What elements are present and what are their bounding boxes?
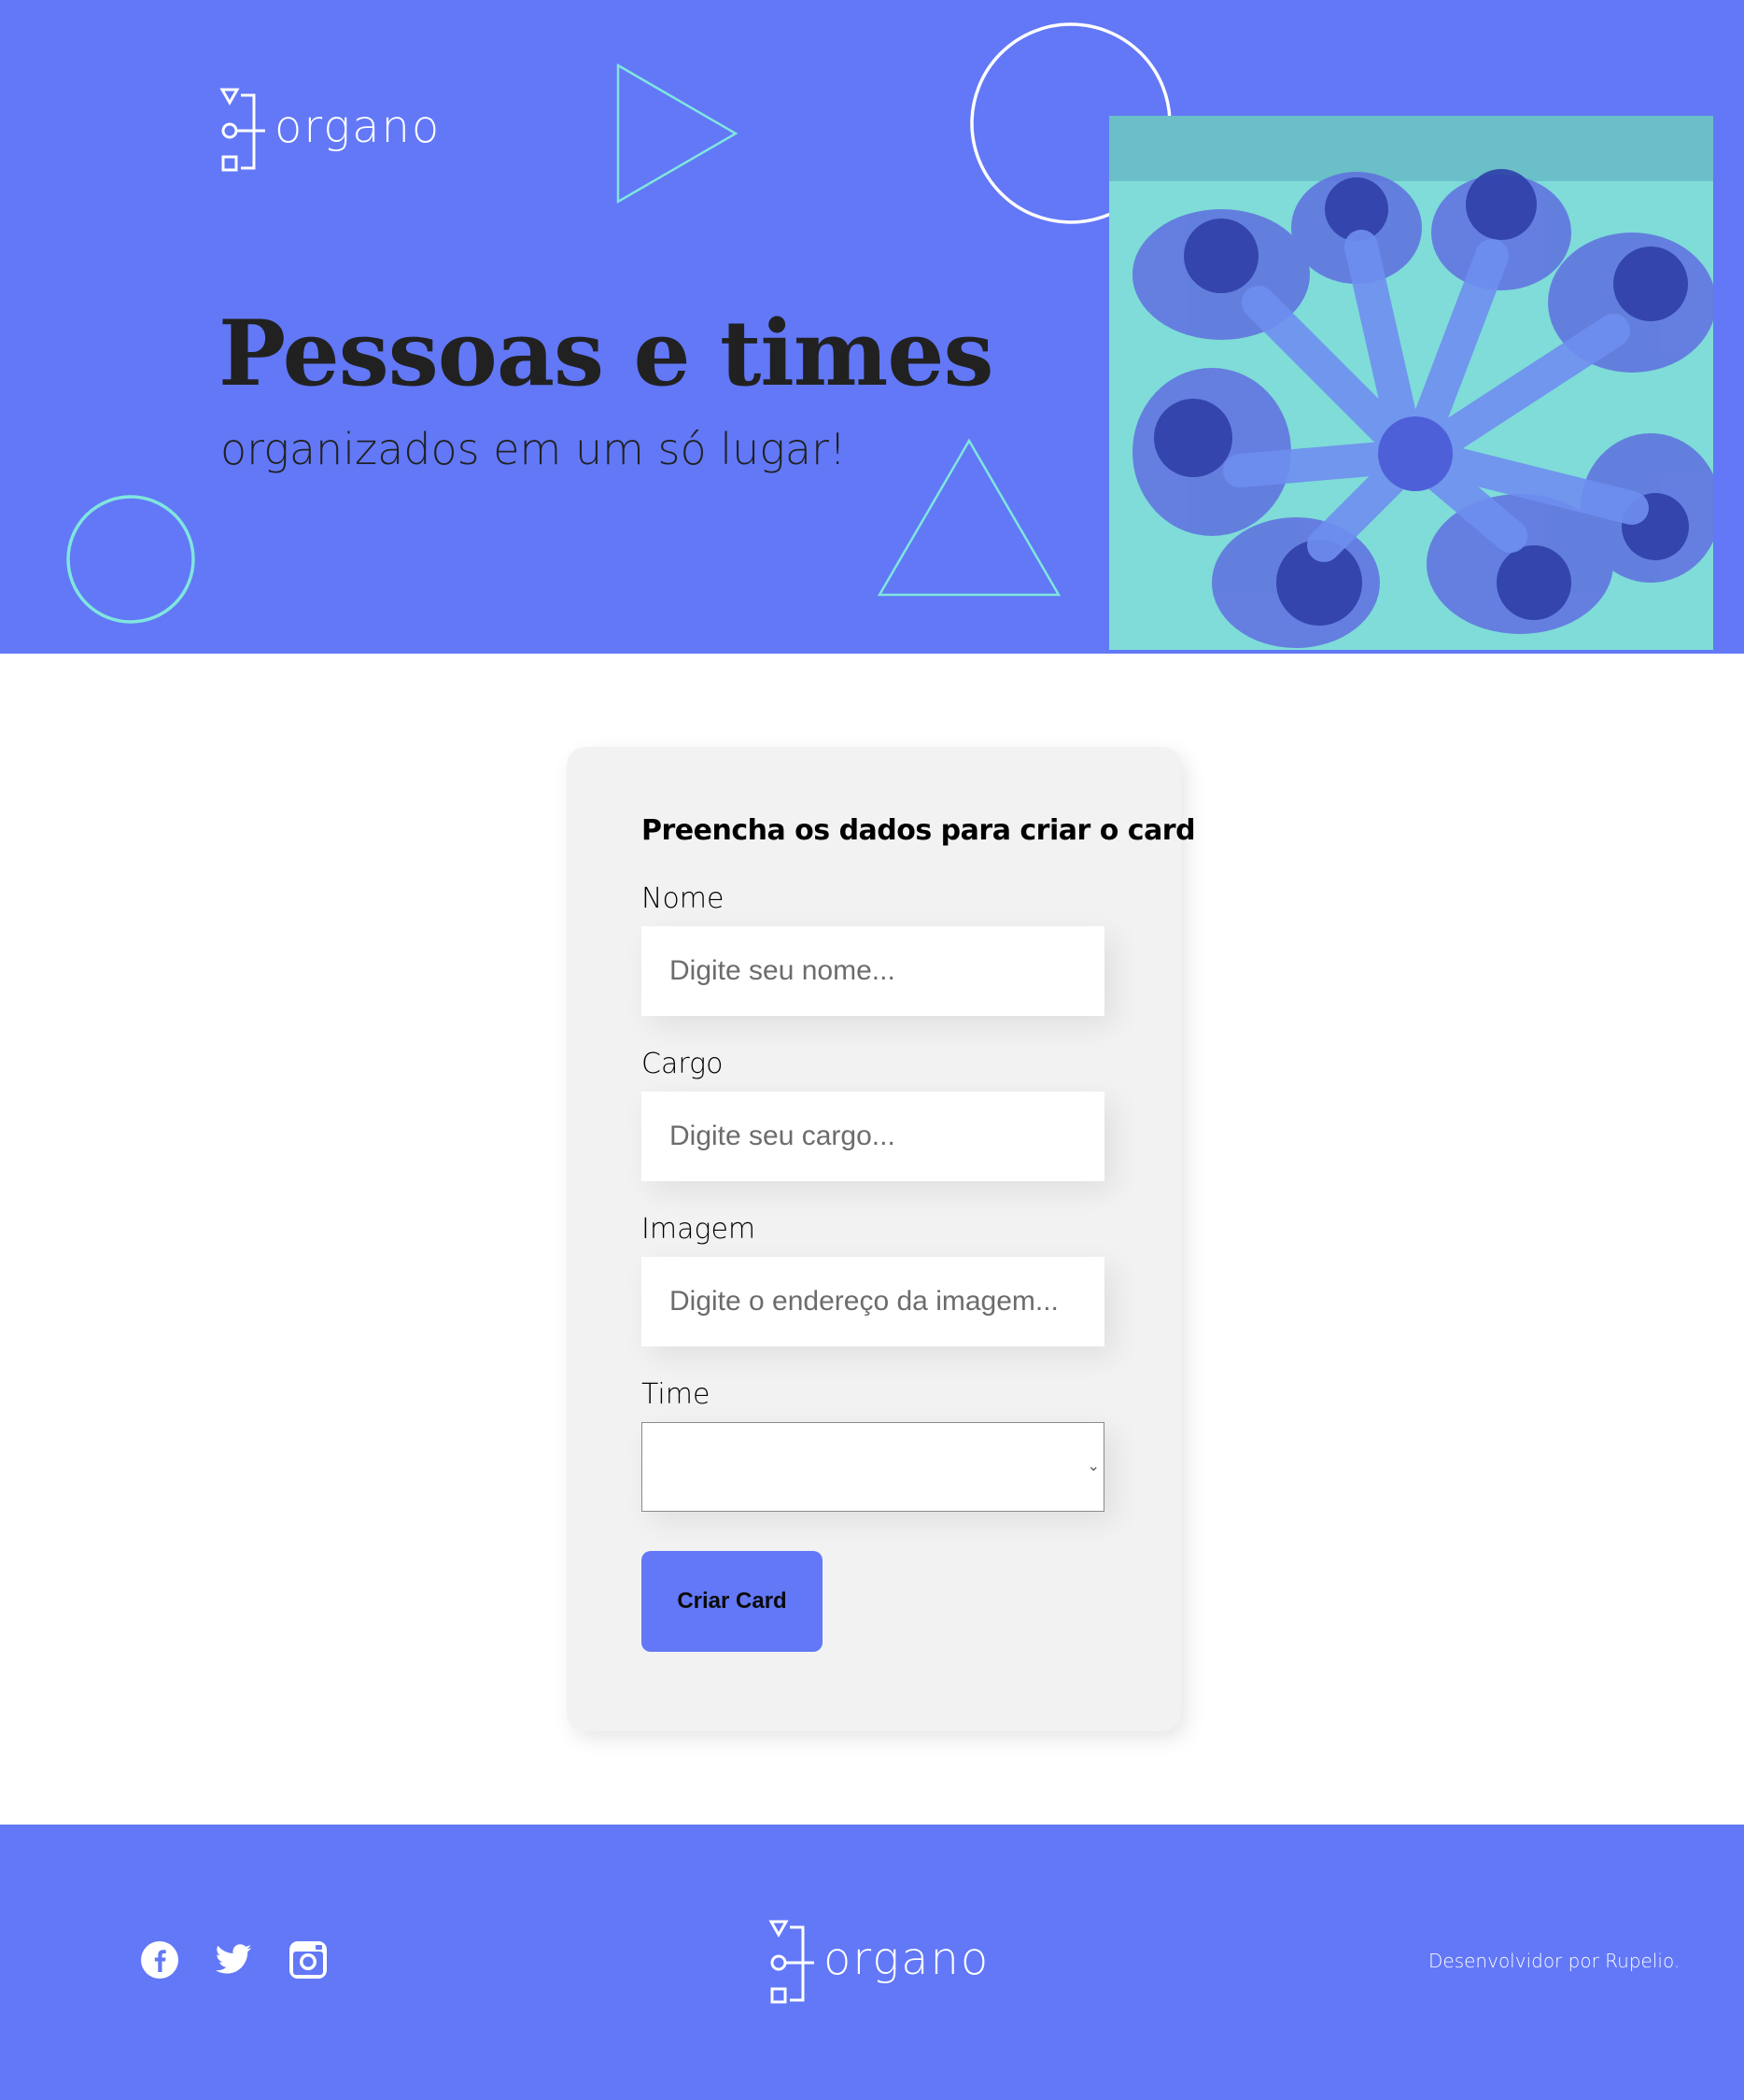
triangle-right-shape bbox=[616, 63, 738, 204]
team-photo-illustration bbox=[1109, 116, 1713, 650]
brand-logo[interactable]: organo bbox=[217, 86, 450, 176]
developer-credit: Desenvolvidor por Rupelio. bbox=[1428, 1950, 1681, 1972]
role-input[interactable] bbox=[641, 1092, 1104, 1181]
twitter-icon[interactable] bbox=[214, 1940, 253, 1980]
form-title: Preencha os dados para criar o card bbox=[641, 814, 1196, 847]
image-url-input[interactable] bbox=[641, 1257, 1104, 1346]
hero-title: Pessoas e times bbox=[218, 301, 993, 406]
team-select[interactable]: ⌄ bbox=[641, 1422, 1104, 1512]
team-label: Time bbox=[641, 1378, 710, 1411]
footer-logo[interactable]: organo bbox=[766, 1918, 999, 2008]
logo-mark-icon bbox=[219, 88, 265, 172]
logo-wordmark: organo bbox=[274, 101, 442, 153]
instagram-icon[interactable] bbox=[288, 1940, 328, 1980]
logo-mark-icon bbox=[768, 1920, 814, 2004]
triangle-up-shape bbox=[877, 438, 1062, 597]
image-label: Imagem bbox=[641, 1213, 756, 1246]
logo-wordmark: organo bbox=[823, 1933, 991, 1985]
hero-banner: organo Pessoas e times organizados em um… bbox=[0, 0, 1744, 654]
facebook-icon[interactable] bbox=[140, 1940, 179, 1980]
hero-subtitle: organizados em um só lugar! bbox=[220, 424, 847, 474]
name-input[interactable] bbox=[641, 926, 1104, 1016]
chevron-down-icon: ⌄ bbox=[1087, 1459, 1100, 1474]
name-label: Nome bbox=[641, 882, 724, 915]
circle-teal-shape bbox=[66, 495, 195, 624]
create-card-form: Preencha os dados para criar o card Nome… bbox=[567, 747, 1196, 1731]
team-hands-photo bbox=[1109, 116, 1713, 650]
create-card-button[interactable]: Criar Card bbox=[641, 1551, 823, 1652]
role-label: Cargo bbox=[641, 1048, 724, 1080]
footer: organo Desenvolvidor por Rupelio. bbox=[0, 1825, 1744, 2100]
